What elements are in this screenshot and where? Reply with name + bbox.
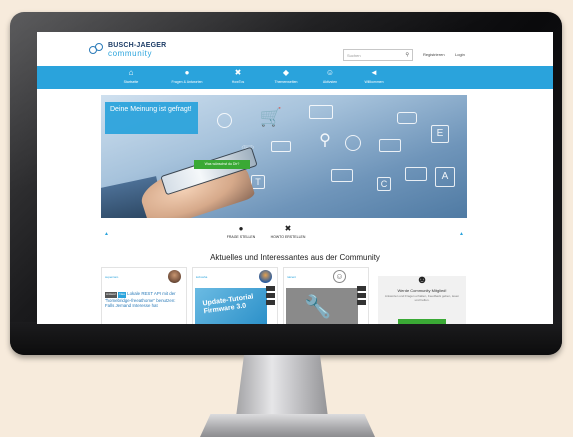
avatar (259, 270, 272, 283)
letter-e-icon: E (431, 125, 449, 143)
avatar (168, 270, 181, 283)
card-icon (331, 169, 353, 182)
nav-item-startseite[interactable]: ⌂ Startseite (103, 68, 159, 88)
monitor-stand (236, 355, 328, 417)
hero-cta-button[interactable]: Was wünschst du Dir? (194, 160, 250, 169)
ask-question-button[interactable]: ● FRAGE STELLEN (223, 224, 259, 239)
login-link[interactable]: Login (455, 52, 465, 57)
action-label: HOWTO ERSTELLEN (270, 235, 306, 239)
carousel-next-icon[interactable]: ▲ (459, 231, 464, 237)
magnifier-icon: ⚲ (319, 132, 331, 149)
card-image: 🔧 (286, 288, 358, 324)
main-navigation: ⌂ Startseite ● Fragen & Antworten ✖ HowT… (37, 66, 553, 89)
nav-label: Fragen & Antworten (171, 80, 203, 84)
speech-bubble-icon (397, 112, 417, 124)
clock-icon (217, 113, 232, 128)
letter-a-icon: A (435, 167, 455, 187)
globe-icon (345, 135, 361, 151)
mail-lower-icon (405, 167, 427, 181)
site-header: BUSCH-JAEGER community Suchen ⚲ Registri… (37, 32, 553, 66)
hero-bubble-text: Deine Meinung ist gefragt! (110, 106, 192, 113)
letter-t-icon: T (251, 175, 265, 189)
card-image: Update-Tutorial Firmware 3.0 (195, 288, 267, 324)
card-author: kobosha (196, 275, 208, 279)
monitor-stand-base (200, 414, 375, 437)
chat-icon: ● (184, 68, 190, 77)
card-badges (357, 286, 366, 305)
hero-banner[interactable]: 🛒 E ☏ ⚲ T C A Deine Meinung ist gefragt! (101, 95, 467, 218)
promo-title: Werde Community Mitglied! (397, 288, 447, 293)
chat-icon: ● (238, 224, 244, 233)
cart-icon: 🛒 (259, 107, 283, 127)
search-input[interactable]: Suchen ⚲ (343, 49, 413, 61)
mail-icon (309, 105, 333, 119)
promo-subtitle: Antworten und Fragen erhalten, Feedback … (384, 294, 460, 302)
card-badges (266, 286, 275, 305)
search-placeholder: Suchen (347, 52, 361, 58)
user-icon: ☺ (333, 270, 346, 283)
monitor-chin (10, 322, 562, 355)
card-text-block: Antwort Neu Lokale REST API mit der "hom… (105, 291, 185, 309)
tools-icon: ✖ (284, 224, 292, 233)
nav-item-willkommen[interactable]: ◄ Willkommen (346, 68, 402, 88)
carousel-prev-icon[interactable]: ▲ (104, 231, 109, 237)
search-icon[interactable]: ⚲ (405, 52, 409, 58)
website-screen: BUSCH-JAEGER community Suchen ⚲ Registri… (37, 32, 553, 324)
hero-bubble: Deine Meinung ist gefragt! (105, 102, 198, 134)
feed-card[interactable]: ralcent ☺ 🔧 (283, 267, 369, 324)
nav-item-fragen[interactable]: ● Fragen & Antworten (159, 68, 215, 88)
mail-small-icon (271, 141, 291, 152)
site-logo[interactable]: BUSCH-JAEGER community (89, 41, 166, 59)
logo-bottom-text: community (108, 49, 153, 58)
add-user-icon: ☻ (416, 274, 428, 286)
join-button[interactable] (398, 319, 446, 324)
section-title: Aktuelles und Interessantes aus der Comm… (210, 253, 380, 262)
card-author: supercaro (105, 275, 119, 279)
create-howto-button[interactable]: ✖ HOWTO ERSTELLEN (265, 224, 311, 239)
register-link[interactable]: Registrieren (423, 52, 445, 57)
mail-right-icon (379, 139, 401, 152)
home-icon: ⌂ (128, 68, 134, 77)
action-label: FRAGE STELLEN (226, 235, 256, 239)
letter-c-icon: C (377, 177, 391, 191)
feed-card[interactable]: supercaro Antwort Neu Lokale REST API mi… (101, 267, 187, 324)
megaphone-icon: ◄ (370, 68, 378, 77)
nav-label: Startseite (123, 80, 139, 84)
logo-mark-icon (89, 43, 105, 57)
nav-label: Willkommen (364, 80, 384, 84)
join-community-promo: ☻ Werde Community Mitglied! Antworten un… (378, 274, 466, 324)
feed-card[interactable]: kobosha Update-Tutorial Firmware 3.0 (192, 267, 278, 324)
wrench-icon: 🔧 (304, 294, 332, 319)
card-image-text: Update-Tutorial Firmware 3.0 (202, 293, 254, 316)
card-author: ralcent (287, 275, 297, 279)
